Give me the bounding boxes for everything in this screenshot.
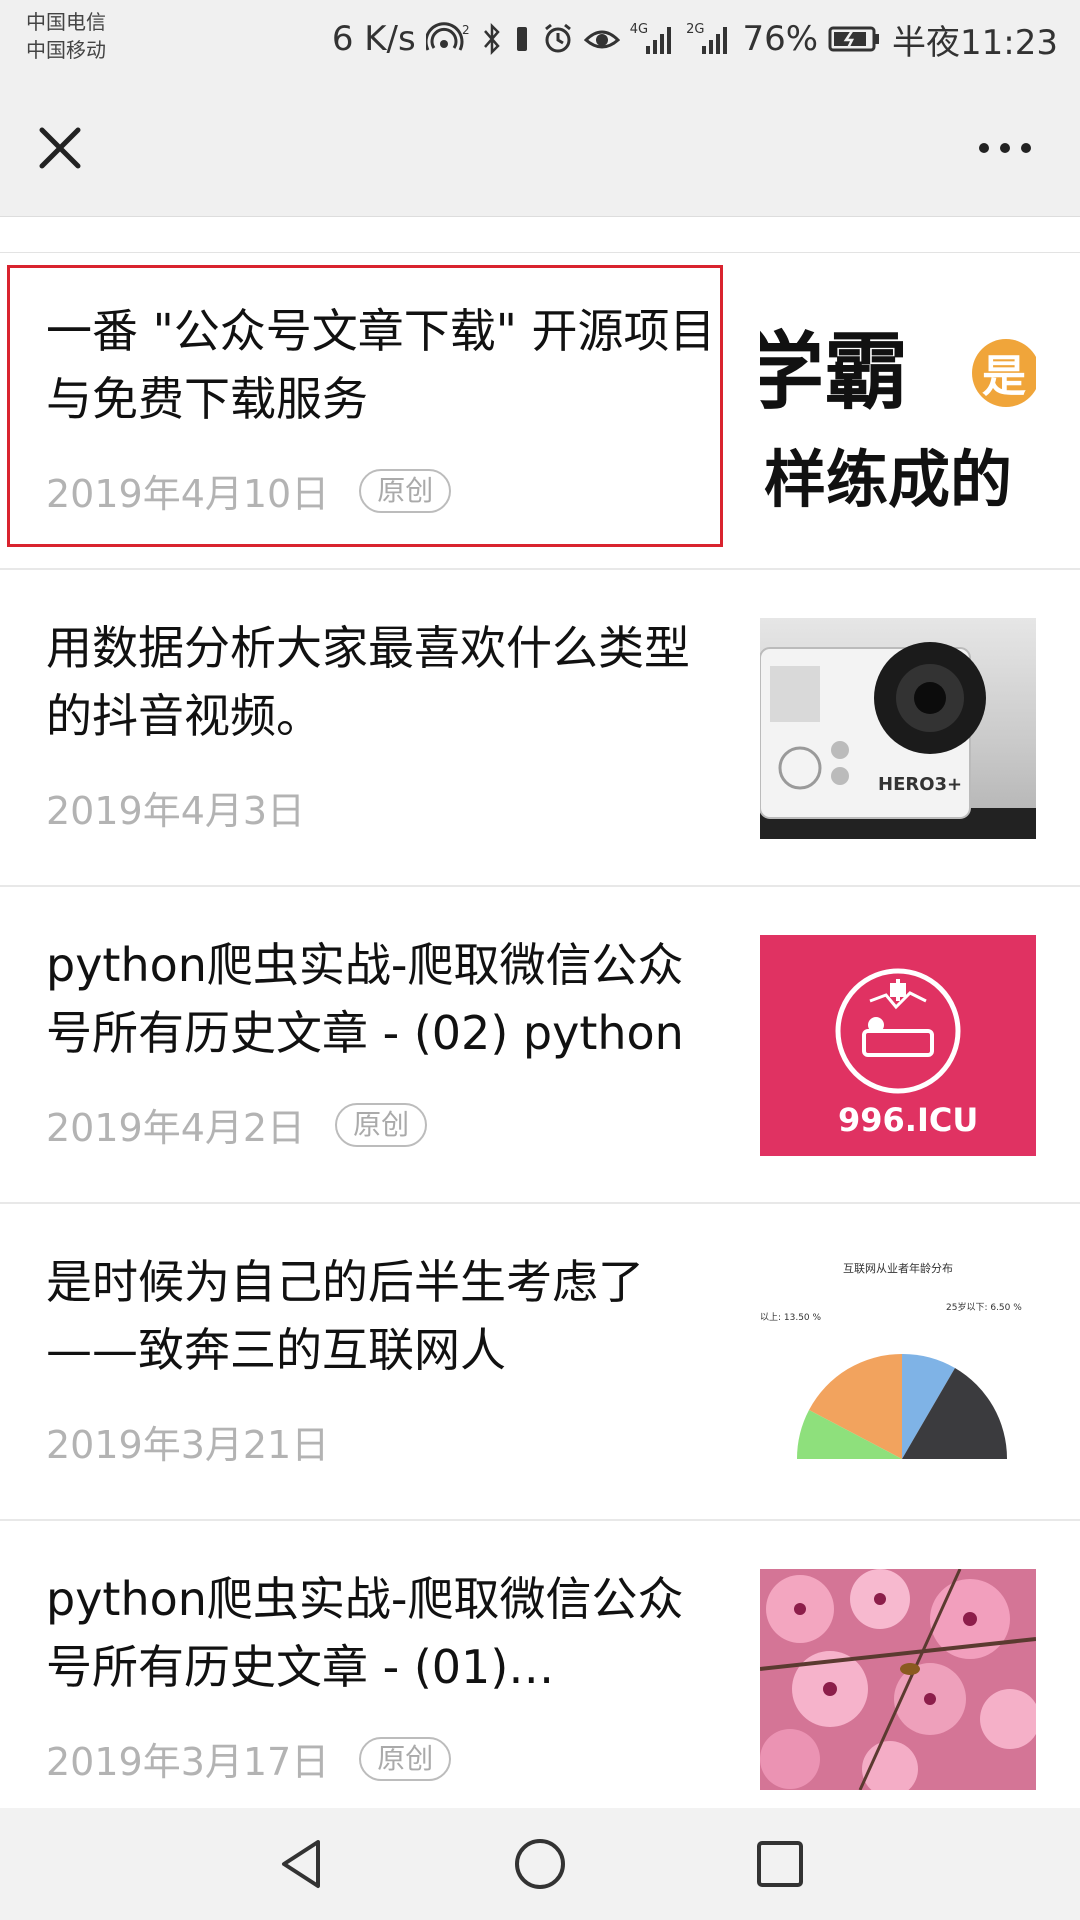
status-icons: 6 K/s 2 4G 2G 76% 半夜11:23 — [332, 14, 1058, 64]
article-title: 是时候为自己的后半生考虑了——致奔三的互联网人 — [46, 1255, 644, 1377]
hotspot-icon: 2 — [425, 22, 472, 56]
article-meta: 2019年4月2日 原创 — [46, 1097, 428, 1152]
article-title: python爬虫实战-爬取微信公众号所有历史文章 - (02) python — [46, 938, 684, 1060]
recents-icon — [757, 1841, 803, 1887]
bluetooth-icon — [482, 22, 502, 56]
title-bar — [0, 78, 1080, 217]
article-title: 用数据分析大家最喜欢什么类型的抖音视频。 — [46, 621, 690, 743]
article-list: 一番 "公众号文章下载" 开源项目与免费下载服务 2019年4月10日 原创 学… — [0, 253, 1080, 1838]
thumb-label-right: 25岁以下: 6.50 % — [946, 1301, 1022, 1313]
thumb-text-1: 学霸 — [760, 323, 908, 421]
net-speed: 6 K/s — [331, 19, 416, 59]
article-date: 2019年3月21日 — [46, 1423, 330, 1467]
vibrate-icon — [512, 22, 532, 56]
carrier-1: 中国电信 — [26, 10, 106, 34]
selection-highlight — [7, 265, 723, 547]
original-badge: 原创 — [335, 1102, 428, 1147]
back-button[interactable] — [272, 1834, 332, 1894]
home-icon — [515, 1839, 565, 1889]
article-meta: 2019年3月21日 — [46, 1414, 329, 1469]
article-title: python爬虫实战-爬取微信公众号所有历史文章 - (01) pycharm — [46, 1572, 684, 1694]
thumb-label: 996.ICU — [838, 1101, 978, 1139]
carrier-names: 中国电信 中国移动 — [26, 8, 106, 64]
close-button[interactable] — [30, 118, 90, 178]
more-icon — [979, 143, 1031, 153]
thumb-label: HERO3+ — [878, 774, 962, 795]
home-button[interactable] — [510, 1834, 570, 1894]
thumb-label-left: 以上: 13.50 % — [760, 1312, 822, 1323]
system-nav-bar — [0, 1808, 1080, 1920]
article-thumbnail — [760, 1569, 1036, 1790]
close-icon — [39, 127, 81, 169]
article-meta: 2019年4月3日 — [46, 780, 305, 835]
article-thumbnail: 学霸 是 样练成的 — [760, 301, 1036, 522]
article-date: 2019年4月2日 — [46, 1106, 306, 1150]
article-thumbnail: 996.ICU — [760, 935, 1036, 1156]
article-meta: 2019年3月17日 原创 — [46, 1731, 452, 1786]
article-item[interactable]: 是时候为自己的后半生考虑了——致奔三的互联网人 2019年3月21日 互联网从业… — [0, 1204, 1080, 1521]
thumb-text-2: 样练成的 — [764, 443, 1012, 516]
back-icon — [282, 1840, 320, 1888]
eye-icon — [583, 22, 620, 56]
original-badge: 原创 — [359, 1736, 452, 1781]
alarm-icon — [542, 22, 574, 56]
carrier-2: 中国移动 — [26, 38, 106, 62]
signal-2-icon: 2G — [686, 22, 732, 56]
article-item[interactable]: python爬虫实战-爬取微信公众号所有历史文章 - (01) pycharm … — [0, 1521, 1080, 1838]
status-bar: 中国电信 中国移动 6 K/s 2 4G 2G 76% 半夜11:23 — [0, 0, 1080, 78]
article-thumbnail: HERO3+ — [760, 618, 1036, 839]
thumb-chart-title: 互联网从业者年龄分布 — [843, 1261, 953, 1275]
article-item[interactable]: 一番 "公众号文章下载" 开源项目与免费下载服务 2019年4月10日 原创 学… — [0, 253, 1080, 570]
battery-percent: 76% — [742, 19, 819, 59]
article-item[interactable]: 用数据分析大家最喜欢什么类型的抖音视频。 2019年4月3日 HERO3+ — [0, 570, 1080, 887]
recents-button[interactable] — [750, 1834, 810, 1894]
more-button[interactable] — [970, 128, 1040, 168]
clock: 半夜11:23 — [892, 22, 1058, 63]
article-date: 2019年4月3日 — [46, 789, 306, 833]
signal-1-icon: 4G — [630, 22, 676, 56]
svg-text:2: 2 — [462, 23, 470, 37]
battery-charging-icon — [828, 22, 882, 56]
article-date: 2019年3月17日 — [46, 1740, 330, 1784]
thumb-badge: 是 — [982, 351, 1026, 402]
article-thumbnail: 互联网从业者年龄分布 以上: 13.50 % 25岁以下: 6.50 % — [760, 1252, 1036, 1473]
article-item[interactable]: python爬虫实战-爬取微信公众号所有历史文章 - (02) python 2… — [0, 887, 1080, 1204]
